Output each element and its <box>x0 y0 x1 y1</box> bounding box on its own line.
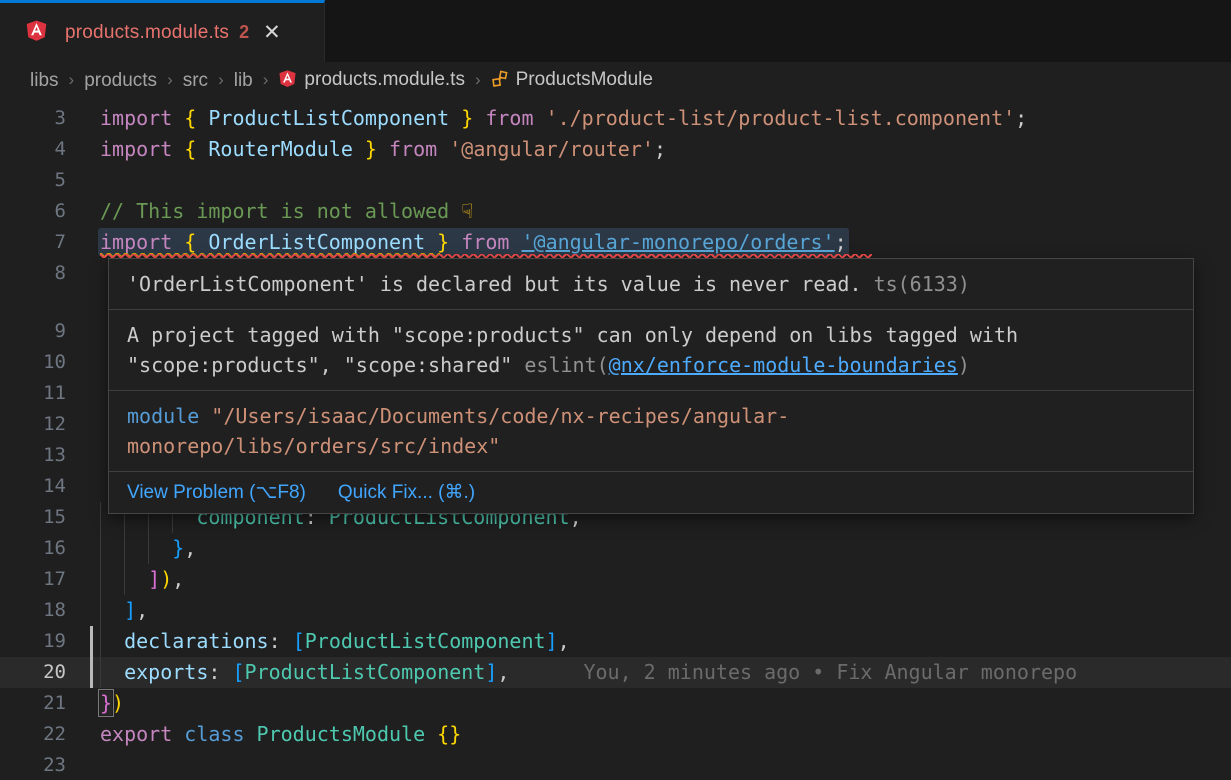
line-number: 3 <box>0 103 66 134</box>
tab-title: products.module.ts <box>65 22 229 44</box>
line-number: 8 <box>0 258 66 289</box>
line-number: 4 <box>0 134 66 165</box>
code-text: }) <box>100 688 124 719</box>
code-text: exports: [ProductListComponent],You, 2 m… <box>100 657 1077 688</box>
code-text: import { RouterModule } from '@angular/r… <box>100 134 666 165</box>
tab-bar: products.module.ts 2 ✕ <box>0 0 1231 62</box>
code-line-22[interactable]: 22 export class ProductsModule {} <box>0 719 1231 750</box>
indent-guide <box>100 502 101 688</box>
line-number: 22 <box>0 719 66 750</box>
code-line-4[interactable]: 4 import { RouterModule } from '@angular/… <box>0 134 1231 165</box>
code-line-20[interactable]: 20 exports: [ProductListComponent],You, … <box>0 657 1231 688</box>
code-line-7[interactable]: 7 import { OrderListComponent } from '@an… <box>0 227 1231 258</box>
code-line-3[interactable]: 3 import { ProductListComponent } from '.… <box>0 103 1231 134</box>
indent-guide <box>124 502 125 595</box>
chevron-right-icon: › <box>263 70 269 90</box>
line-number: 18 <box>0 595 66 626</box>
code-text: ]), <box>100 564 184 595</box>
ts-diagnostic-message: 'OrderListComponent' is declared but its… <box>109 259 1193 309</box>
code-text: import { ProductListComponent } from './… <box>100 103 1027 134</box>
code-line-18[interactable]: 18 ], <box>0 595 1231 626</box>
hover-highlight-range: import { OrderListComponent } from '@ang… <box>100 230 847 254</box>
line-number: 14 <box>0 471 66 502</box>
hover-action-bar: View Problem (⌥F8) Quick Fix... (⌘.) <box>109 471 1193 513</box>
breadcrumb-lib[interactable]: lib <box>234 70 253 92</box>
line-number: 12 <box>0 409 66 440</box>
code-text: export class ProductsModule {} <box>100 719 461 750</box>
tab-products-module[interactable]: products.module.ts 2 ✕ <box>0 0 325 62</box>
eslint-rule-link[interactable]: @nx/enforce-module-boundaries <box>609 353 958 377</box>
line-number: 19 <box>0 626 66 657</box>
code-line-23[interactable]: 23 <box>0 750 1231 780</box>
module-specifier-link[interactable]: '@angular-monorepo/orders' <box>521 230 834 254</box>
code-text: declarations: [ProductListComponent], <box>100 626 570 657</box>
angular-file-icon <box>25 19 48 47</box>
code-line-16[interactable]: 16 }, <box>0 533 1231 564</box>
quick-fix-action[interactable]: Quick Fix... (⌘.) <box>338 481 475 504</box>
code-line-6[interactable]: 6 // This import is not allowed ☟ <box>0 196 1231 227</box>
tab-error-count-badge: 2 <box>239 22 249 43</box>
angular-file-icon <box>278 69 297 94</box>
breadcrumb-libs[interactable]: libs <box>30 70 59 92</box>
breadcrumb-products[interactable]: products <box>84 70 157 92</box>
code-text: ], <box>100 595 148 626</box>
editor: 3 import { ProductListComponent } from '.… <box>0 100 1231 780</box>
code-line-5[interactable]: 5 <box>0 165 1231 196</box>
code-line-17[interactable]: 17 ]), <box>0 564 1231 595</box>
code-line-19[interactable]: 19 declarations: [ProductListComponent], <box>0 626 1231 657</box>
chevron-right-icon: › <box>218 70 224 90</box>
module-path-block: module "/Users/isaac/Documents/code/nx-r… <box>109 390 1193 471</box>
breadcrumb: libs › products › src › lib › products.m… <box>0 62 1231 100</box>
code-text: // This import is not allowed ☟ <box>100 196 473 227</box>
vscode-window: products.module.ts 2 ✕ libs › products ›… <box>0 0 1231 780</box>
view-problem-action[interactable]: View Problem (⌥F8) <box>127 481 306 504</box>
line-number: 5 <box>0 165 66 196</box>
git-blame-annotation: You, 2 minutes ago • Fix Angular monorep… <box>583 660 1077 684</box>
line-number: 13 <box>0 440 66 471</box>
line-number: 20 <box>0 657 66 688</box>
code-line-21[interactable]: 21}) <box>0 688 1231 719</box>
line-number: 7 <box>0 227 66 258</box>
line-number: 15 <box>0 502 66 533</box>
line-number: 21 <box>0 688 66 719</box>
diagnostic-hover-popup: 'OrderListComponent' is declared but its… <box>108 258 1194 514</box>
breadcrumb-file[interactable]: products.module.ts <box>278 69 465 94</box>
ts-error-code: ts(6133) <box>874 272 970 296</box>
breadcrumb-src[interactable]: src <box>183 70 208 92</box>
line-number: 11 <box>0 378 66 409</box>
line-number: 17 <box>0 564 66 595</box>
chevron-right-icon: › <box>69 70 75 90</box>
line-number: 10 <box>0 347 66 378</box>
tab-close-icon[interactable]: ✕ <box>263 22 281 43</box>
line-number: 9 <box>0 316 66 347</box>
class-symbol-icon <box>491 70 509 94</box>
gutter-modified-indicator <box>90 626 93 688</box>
chevron-right-icon: › <box>475 70 481 90</box>
line-number: 6 <box>0 196 66 227</box>
eslint-diagnostic-message: A project tagged with "scope:products" c… <box>109 309 1193 390</box>
line-number: 23 <box>0 750 66 780</box>
line-number: 16 <box>0 533 66 564</box>
chevron-right-icon: › <box>167 70 173 90</box>
breadcrumb-symbol[interactable]: ProductsModule <box>491 69 653 94</box>
